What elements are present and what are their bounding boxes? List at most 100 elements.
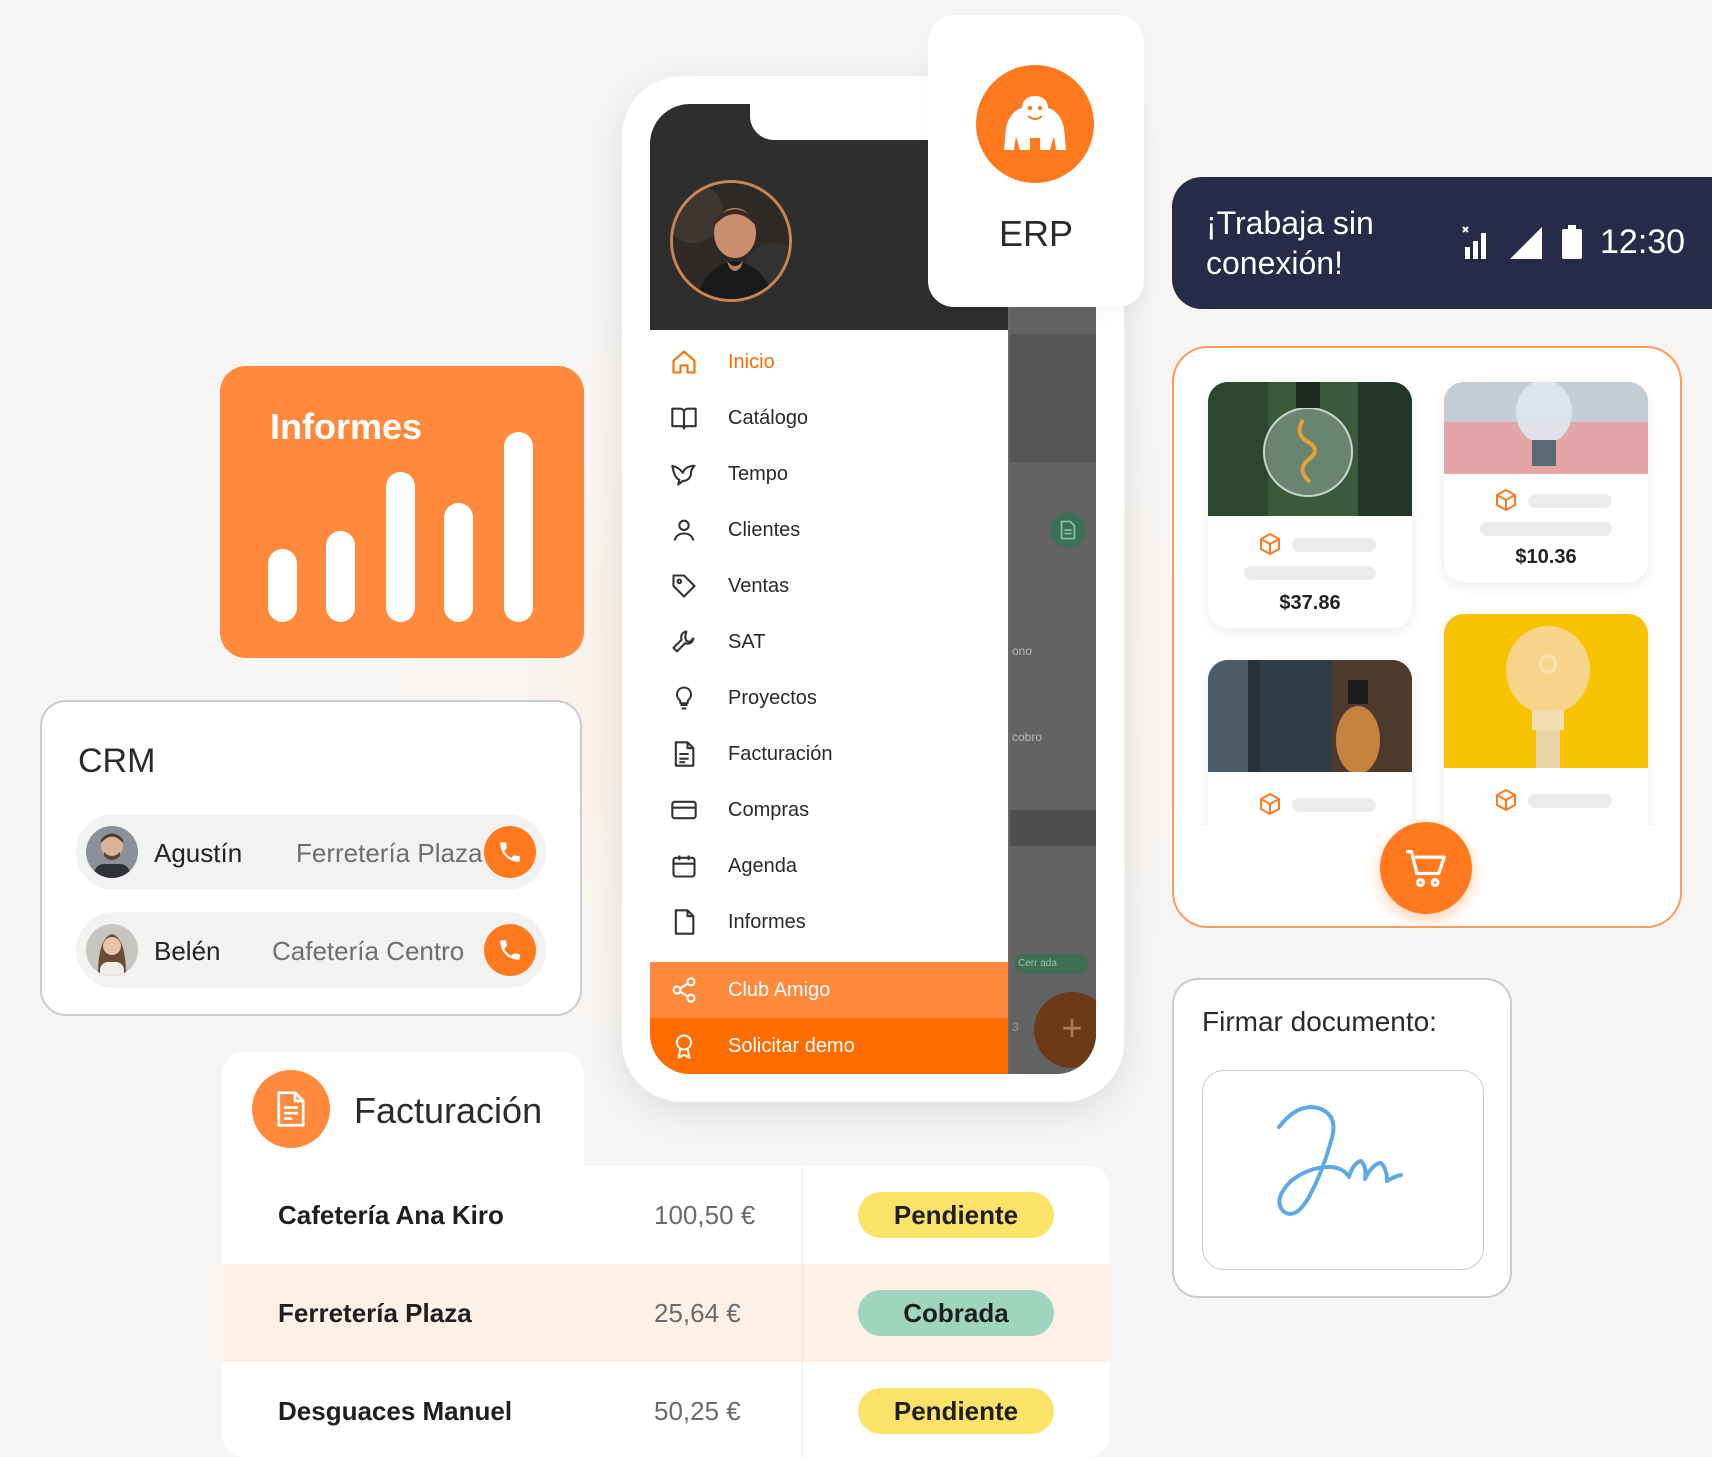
menu-item-ventas[interactable]: Ventas bbox=[650, 558, 1008, 614]
phone-icon bbox=[500, 940, 520, 960]
informes-bar bbox=[268, 549, 297, 622]
table-row[interactable]: Ferretería Plaza 25,64 € Cobrada bbox=[222, 1264, 1110, 1362]
invoice-amount: 100,50 € bbox=[654, 1200, 756, 1230]
placeholder-line bbox=[1528, 494, 1612, 508]
menu-item-label: Club Amigo bbox=[728, 979, 831, 1001]
status-badge: Pendiente bbox=[858, 1388, 1054, 1434]
file-icon bbox=[674, 909, 695, 935]
menu-item-clientes[interactable]: Clientes bbox=[650, 502, 1008, 558]
signature-pad[interactable] bbox=[1202, 1070, 1484, 1270]
underlay-band bbox=[1010, 334, 1096, 462]
column-divider bbox=[802, 1264, 803, 1362]
crm-contact-row[interactable]: Belén Cafetería Centro bbox=[76, 912, 546, 988]
wrench-icon bbox=[672, 630, 695, 653]
cart-button[interactable] bbox=[1380, 822, 1472, 914]
product-photo bbox=[1208, 382, 1412, 516]
cube-icon bbox=[1260, 793, 1280, 815]
card-icon bbox=[671, 800, 697, 820]
menu-item-label: Compras bbox=[728, 799, 810, 821]
invoice-client: Ferretería Plaza bbox=[278, 1298, 472, 1328]
offline-message: ¡Trabaja sin conexión! bbox=[1206, 205, 1374, 281]
award-icon bbox=[675, 1034, 693, 1059]
underlay-text: 3 bbox=[1012, 1020, 1019, 1034]
crm-contact-row[interactable]: Agustín Ferretería Plaza bbox=[76, 814, 546, 890]
product-card[interactable]: $37.86 bbox=[1208, 382, 1412, 628]
menu-item-label: Facturación bbox=[728, 743, 833, 765]
placeholder-line bbox=[1528, 794, 1612, 808]
clock-time: 12:30 bbox=[1600, 223, 1686, 261]
invoice-client: Desguaces Manuel bbox=[278, 1396, 513, 1426]
battery-icon bbox=[1562, 225, 1582, 259]
call-button[interactable] bbox=[484, 826, 536, 878]
menu-item-agenda[interactable]: Agenda bbox=[650, 838, 1008, 894]
menu-item-compras[interactable]: Compras bbox=[650, 782, 1008, 838]
menu-item-club-amigo[interactable]: Club Amigo bbox=[650, 962, 1008, 1018]
user-icon bbox=[673, 519, 695, 541]
contact-name: Belén bbox=[154, 936, 221, 966]
cart-icon bbox=[1406, 850, 1446, 888]
menu-item-proyectos[interactable]: Proyectos bbox=[650, 670, 1008, 726]
erp-badge[interactable]: ERP bbox=[928, 15, 1144, 307]
profile-avatar[interactable] bbox=[670, 180, 792, 302]
signature-title: Firmar documento: bbox=[1202, 1006, 1437, 1037]
no-data-signal-icon bbox=[1462, 226, 1486, 259]
cube-icon bbox=[1496, 489, 1516, 511]
contact-company: Ferretería Plaza bbox=[296, 838, 483, 868]
product-card[interactable] bbox=[1208, 660, 1412, 850]
menu-item-label: Agenda bbox=[728, 855, 797, 877]
placeholder-line bbox=[1480, 522, 1612, 536]
bulb-icon bbox=[675, 686, 693, 710]
placeholder-line bbox=[1292, 798, 1376, 812]
bird-icon bbox=[671, 464, 696, 486]
menu-item-label: Ventas bbox=[728, 575, 790, 597]
avatar bbox=[86, 924, 138, 976]
informes-bar bbox=[386, 472, 415, 622]
menu-item-sat[interactable]: SAT bbox=[650, 614, 1008, 670]
underlay-band bbox=[1010, 810, 1096, 846]
share-icon bbox=[672, 977, 696, 1003]
menu-item-tempo[interactable]: Tempo bbox=[650, 446, 1008, 502]
informes-bar bbox=[326, 531, 355, 622]
product-card[interactable] bbox=[1444, 614, 1648, 850]
menu-item-label: Solicitar demo bbox=[728, 1035, 855, 1057]
table-row[interactable]: Cafetería Ana Kiro 100,50 € Pendiente bbox=[222, 1166, 1110, 1264]
status-badge: Pendiente bbox=[858, 1192, 1054, 1238]
status-badge: Cobrada bbox=[858, 1290, 1054, 1336]
offline-banner: ¡Trabaja sin conexión! 12:30 bbox=[1172, 177, 1712, 309]
home-icon bbox=[672, 350, 696, 374]
informes-bar bbox=[504, 432, 533, 622]
product-card[interactable]: $10.36 bbox=[1444, 382, 1648, 582]
cube-icon bbox=[1496, 789, 1516, 811]
table-row[interactable]: Desguaces Manuel 50,25 € Pendiente bbox=[222, 1362, 1110, 1457]
signature-stroke bbox=[1277, 1105, 1403, 1216]
tag-icon bbox=[672, 574, 696, 598]
menu-item-label: Inicio bbox=[728, 351, 775, 373]
product-price: $37.86 bbox=[1279, 592, 1341, 614]
invoice-amount: 25,64 € bbox=[654, 1298, 741, 1328]
menu-item-inicio[interactable]: Inicio bbox=[650, 334, 1008, 390]
calendar-icon bbox=[672, 855, 696, 878]
cube-icon bbox=[1260, 533, 1280, 555]
crm-card: CRM Agustín Ferretería Plaza Belén Cafet… bbox=[40, 700, 582, 1016]
facturacion-title: Facturación bbox=[354, 1090, 543, 1131]
underlay-text: ono bbox=[1012, 644, 1033, 658]
menu-item-facturacion[interactable]: Facturación bbox=[650, 726, 1008, 782]
cell-signal-icon bbox=[1510, 227, 1542, 259]
informes-title: Informes bbox=[270, 406, 423, 447]
invoice-table: Cafetería Ana Kiro 100,50 € Pendiente Fe… bbox=[222, 1166, 1110, 1457]
call-button[interactable] bbox=[484, 924, 536, 976]
placeholder-line bbox=[1292, 538, 1376, 552]
menu-item-solicitar-demo[interactable]: Solicitar demo bbox=[650, 1018, 1008, 1074]
catalog-card: $37.86 $10.36 bbox=[1172, 346, 1682, 928]
signature-card: Firmar documento: bbox=[1172, 978, 1512, 1298]
placeholder-line bbox=[1244, 566, 1376, 580]
menu-item-label: SAT bbox=[728, 631, 766, 653]
menu-item-label: Clientes bbox=[728, 519, 801, 541]
phone-icon bbox=[500, 842, 520, 862]
invoice-amount: 50,25 € bbox=[654, 1396, 741, 1426]
menu-item-label: Informes bbox=[728, 911, 806, 933]
menu-item-catalogo[interactable]: Catálogo bbox=[650, 390, 1008, 446]
informes-card[interactable]: Informes bbox=[220, 366, 584, 658]
product-price: $10.36 bbox=[1515, 546, 1577, 568]
menu-item-informes[interactable]: Informes bbox=[650, 894, 1008, 950]
